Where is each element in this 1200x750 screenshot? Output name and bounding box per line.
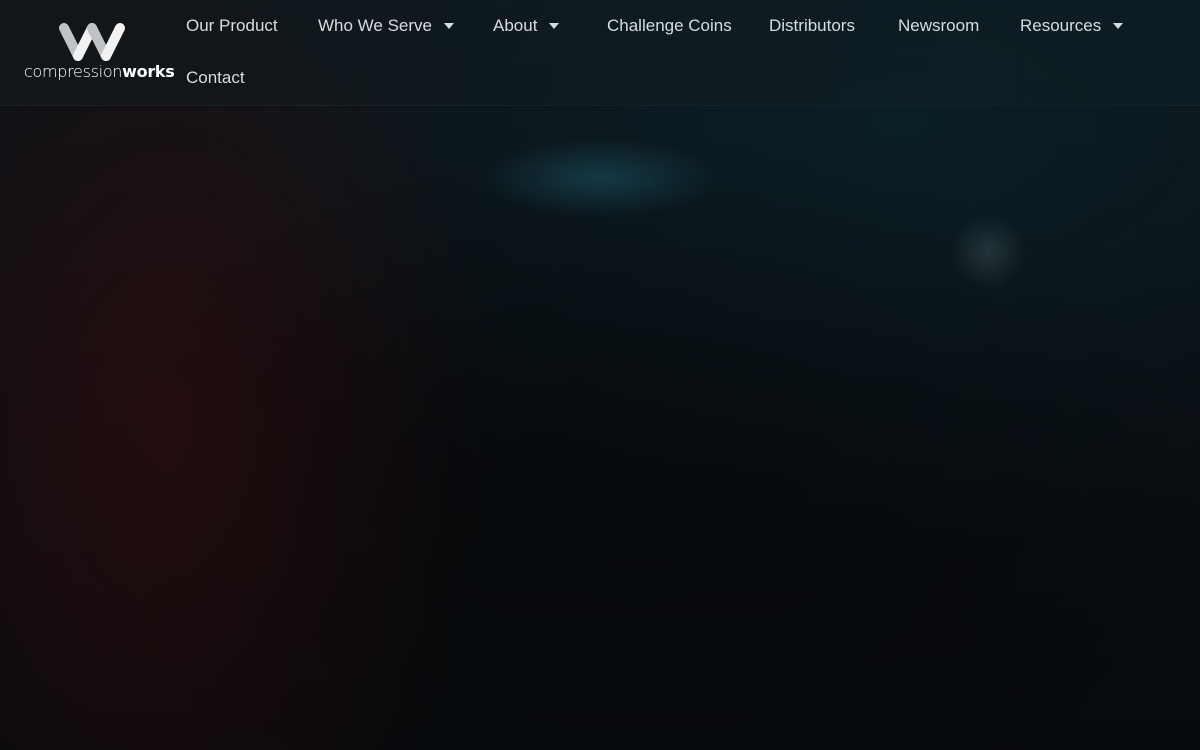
brand-name-light: compression xyxy=(24,62,123,81)
brand-name-bold: works xyxy=(122,62,175,81)
nav-contact[interactable]: Contact xyxy=(186,68,245,88)
nav-newsroom[interactable]: Newsroom xyxy=(898,16,979,36)
nav-label: Resources xyxy=(1020,16,1102,35)
nav-resources[interactable]: Resources xyxy=(1020,16,1124,36)
site-header: compressionworks Our Product Who We Serv… xyxy=(0,0,1200,106)
caret-down-icon xyxy=(1113,23,1124,29)
nav-label: Newsroom xyxy=(898,16,980,35)
caret-down-icon xyxy=(549,23,560,29)
nav-about[interactable]: About xyxy=(493,16,560,36)
nav-distributors[interactable]: Distributors xyxy=(769,16,855,36)
nav-challenge-coins[interactable]: Challenge Coins xyxy=(607,16,732,36)
nav-label: About xyxy=(493,16,538,35)
brand-wordmark: compressionworks xyxy=(24,62,175,81)
nav-label: Our Product xyxy=(186,16,278,35)
nav-label: Distributors xyxy=(769,16,855,35)
nav-label: Contact xyxy=(186,68,245,87)
w-logo-icon xyxy=(59,23,125,61)
brand-logo[interactable]: compressionworks xyxy=(24,22,175,82)
nav-label: Who We Serve xyxy=(318,16,433,35)
nav-who-we-serve[interactable]: Who We Serve xyxy=(318,16,455,36)
caret-down-icon xyxy=(444,23,455,29)
hero-overlay xyxy=(0,0,1200,750)
nav-label: Challenge Coins xyxy=(607,16,732,35)
nav-our-product[interactable]: Our Product xyxy=(186,16,278,36)
